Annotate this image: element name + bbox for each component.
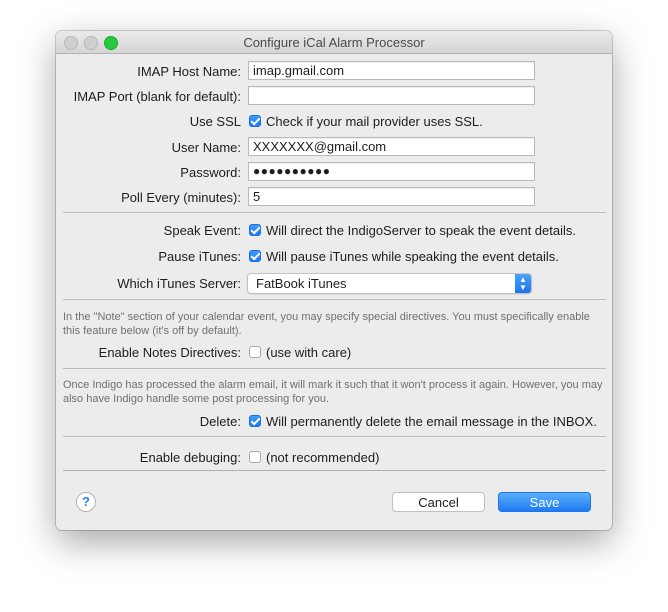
separator [63,436,606,437]
debugging-text: (not recommended) [266,450,380,465]
delete-help-text: Once Indigo has processed the alarm emai… [63,379,603,405]
delete-label: Delete: [199,414,241,429]
delete-checkbox[interactable] [249,415,261,427]
pause-itunes-text: Will pause iTunes while speaking the eve… [266,249,559,264]
footer-separator [63,470,606,471]
pause-itunes-checkbox[interactable] [249,250,261,262]
speak-event-label: Speak Event: [163,223,241,238]
imap-host-label: IMAP Host Name: [137,64,241,79]
debugging-checkbox[interactable] [249,451,261,463]
speak-event-text: Will direct the IndigoServer to speak th… [266,223,576,238]
imap-port-input[interactable] [248,86,535,105]
use-ssl-label: Use SSL [189,114,241,129]
imap-host-input[interactable]: imap.gmail.com [248,61,535,80]
poll-every-label: Poll Every (minutes): [121,190,241,205]
save-button[interactable]: Save [498,492,591,512]
separator [63,368,606,369]
use-ssl-checkbox[interactable] [249,115,261,127]
delete-text: Will permanently delete the email messag… [266,414,597,429]
notes-directives-label: Enable Notes Directives: [98,345,241,360]
itunes-server-select[interactable]: FatBook iTunes ▲ ▼ [247,273,532,294]
debugging-label: Enable debuging: [139,450,241,465]
dialog-content: IMAP Host Name: imap.gmail.com IMAP Port… [56,54,612,530]
notes-directives-text: (use with care) [266,345,352,360]
notes-directives-checkbox[interactable] [249,346,261,358]
poll-every-input[interactable]: 5 [248,187,535,206]
user-name-input[interactable]: XXXXXXX@gmail.com [248,137,535,156]
select-arrows-icon: ▲ ▼ [515,274,531,293]
use-ssl-text: Check if your mail provider uses SSL. [266,114,483,129]
title-bar: Configure iCal Alarm Processor [56,31,612,54]
window-title: Configure iCal Alarm Processor [243,35,425,50]
itunes-server-label: Which iTunes Server: [117,276,241,291]
config-dialog: Configure iCal Alarm Processor IMAP Host… [56,31,612,530]
user-name-label: User Name: [171,140,241,155]
pause-itunes-label: Pause iTunes: [158,249,241,264]
cancel-button[interactable]: Cancel [392,492,485,512]
password-input[interactable]: ●●●●●●●●●● [248,162,535,181]
separator [63,212,606,213]
speak-event-checkbox[interactable] [249,224,261,236]
itunes-server-selected: FatBook iTunes [256,276,347,291]
separator [63,299,606,300]
imap-port-label: IMAP Port (blank for default): [73,89,241,104]
chevron-down-icon: ▼ [519,283,527,292]
notes-help-text: In the "Note" section of your calendar e… [63,311,590,337]
password-label: Password: [180,165,241,180]
help-button[interactable]: ? [76,492,96,512]
